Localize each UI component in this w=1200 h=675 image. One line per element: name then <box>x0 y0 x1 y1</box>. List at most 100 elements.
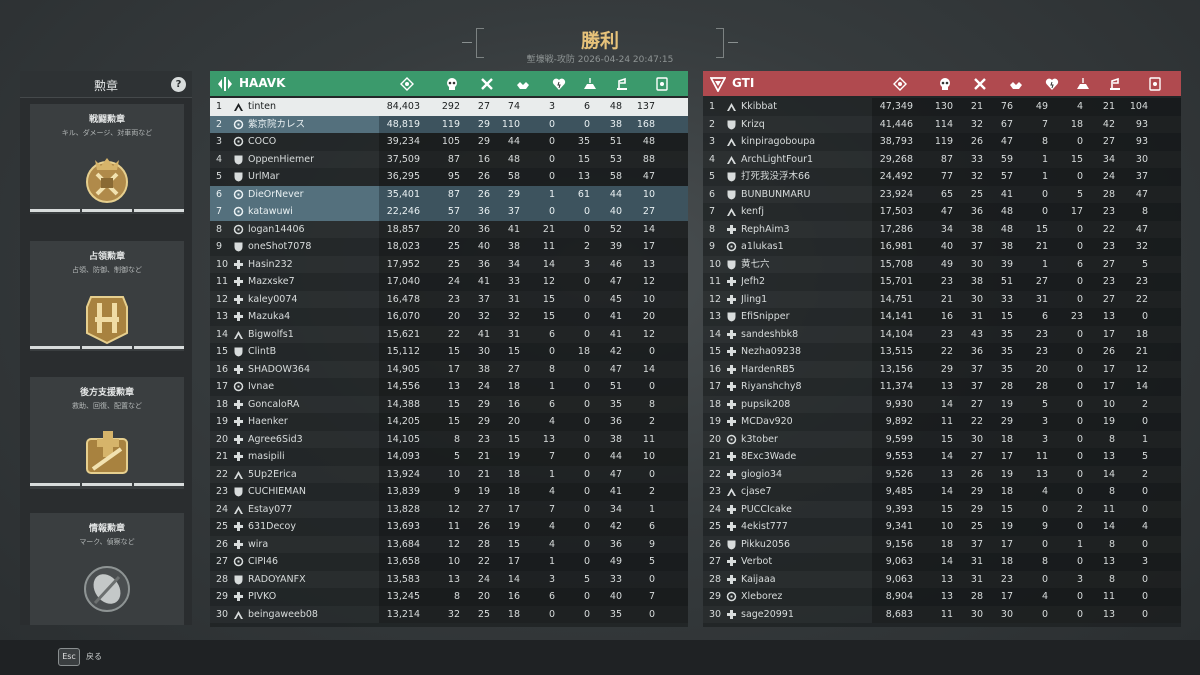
title-tick-left <box>462 42 472 43</box>
player-row[interactable]: 30 beingaweeb08 13,214 32 25 18 0 0 35 0 <box>210 605 688 623</box>
player-name: GoncaloRA <box>248 398 300 410</box>
player-row[interactable]: 24 Estay077 13,828 12 27 17 7 0 34 1 <box>210 500 688 518</box>
player-row[interactable]: 29 Xleborez 8,904 13 28 17 4 0 11 0 <box>703 588 1181 606</box>
medal-card-objective[interactable]: 占領勲章 占領、防御、制御など <box>30 241 184 351</box>
player-row[interactable]: 3 kinpiragoboupa 38,793 119 26 47 8 0 27 93 <box>703 133 1181 151</box>
player-rank: 26 <box>216 538 229 550</box>
player-name: sage20991 <box>741 608 794 620</box>
player-rank: 1 <box>216 101 223 112</box>
player-row[interactable]: 11 Mazxske7 17,040 24 41 33 12 0 47 12 <box>210 273 688 291</box>
player-row[interactable]: 15 Nezha09238 13,515 22 36 35 23 0 26 21 <box>703 343 1181 361</box>
back-button-label[interactable]: 戻る <box>86 651 102 662</box>
player-row[interactable]: 4 OppenHiemer 37,509 87 16 48 0 15 53 88 <box>210 150 688 168</box>
player-row[interactable]: 9 a1lukas1 16,981 40 37 38 21 0 23 32 <box>703 238 1181 256</box>
player-row[interactable]: 2 Krizq 41,446 114 32 67 7 18 42 93 <box>703 115 1181 133</box>
player-row[interactable]: 26 Pikku2056 9,156 18 37 17 0 1 8 0 <box>703 535 1181 553</box>
player-row[interactable]: 22 giogio34 9,526 13 26 19 13 0 14 2 <box>703 465 1181 483</box>
medal-card-combat[interactable]: 戦闘勲章 キル、ダメージ、対車両など <box>30 104 184 214</box>
medal-card-intel[interactable]: 情報勲章 マーク、偵察など <box>30 513 184 625</box>
player-row[interactable]: 30 sage20991 8,683 11 30 30 0 0 13 0 <box>703 605 1181 623</box>
player-row[interactable]: 21 8Exc3Wade 9,553 14 27 17 11 0 13 5 <box>703 448 1181 466</box>
player-row[interactable]: 10 Hasin232 17,952 25 36 34 14 3 46 13 <box>210 255 688 273</box>
engineer-class-icon <box>726 119 737 130</box>
player-row[interactable]: 27 Verbot 9,063 14 31 18 8 0 13 3 <box>703 553 1181 571</box>
player-row[interactable]: 10 黄七六 15,708 49 30 39 1 6 27 5 <box>703 255 1181 273</box>
intel-value: 0 <box>1141 538 1148 550</box>
player-row[interactable]: 13 Mazuka4 16,070 20 32 32 15 0 41 20 <box>210 308 688 326</box>
player-rank: 9 <box>709 241 716 252</box>
assault-class-icon <box>233 609 244 620</box>
player-row[interactable]: 29 PIVKO 13,245 8 20 16 6 0 40 7 <box>210 588 688 606</box>
player-row[interactable]: 14 sandeshbk8 14,104 23 43 35 23 0 17 18 <box>703 325 1181 343</box>
medal-progress <box>30 483 184 486</box>
player-row[interactable]: 19 MCDav920 9,892 11 22 29 3 0 19 0 <box>703 413 1181 431</box>
player-row[interactable]: 11 Jefh2 15,701 23 38 51 27 0 23 23 <box>703 273 1181 291</box>
player-row[interactable]: 8 RephAim3 17,286 34 38 48 15 0 22 47 <box>703 220 1181 238</box>
player-row[interactable]: 23 CUCHIEMAN 13,839 9 19 18 4 0 41 2 <box>210 483 688 501</box>
player-row[interactable]: 21 masipili 14,093 5 21 19 7 0 44 10 <box>210 448 688 466</box>
player-row[interactable]: 15 ClintB 15,112 15 30 15 0 18 42 0 <box>210 343 688 361</box>
intel-value: 10 <box>642 451 655 462</box>
player-row[interactable]: 8 logan14406 18,857 20 36 41 21 0 52 14 <box>210 220 688 238</box>
medal-name: 後方支援勲章 <box>79 388 134 398</box>
player-row[interactable]: 20 k3tober 9,599 15 30 18 3 0 8 1 <box>703 430 1181 448</box>
player-row[interactable]: 2 紫京院カレス 48,819 119 29 110 0 0 38 168 <box>210 115 688 133</box>
player-row[interactable]: 1 tinten 84,403 292 27 74 3 6 48 137 <box>210 98 688 116</box>
assists-icon <box>516 76 530 90</box>
player-row[interactable]: 5 打死我没浮木66 24,492 77 32 57 1 0 24 37 <box>703 168 1181 186</box>
player-row[interactable]: 28 RADOYANFX 13,583 13 24 14 3 5 33 0 <box>210 570 688 588</box>
help-icon[interactable]: ? <box>171 77 186 92</box>
medal-name: 戦闘勲章 <box>88 115 125 125</box>
deaths-icon <box>973 76 987 90</box>
player-row[interactable]: 25 631Decoy 13,693 11 26 19 4 0 42 6 <box>210 518 688 536</box>
player-row[interactable]: 24 PUCCIcake 9,393 15 29 15 0 2 11 0 <box>703 500 1181 518</box>
player-row[interactable]: 25 4ekist777 9,341 10 25 19 9 0 14 4 <box>703 518 1181 536</box>
player-row[interactable]: 12 Jling1 14,751 21 30 33 31 0 27 22 <box>703 290 1181 308</box>
player-rank: 24 <box>216 503 229 515</box>
player-row[interactable]: 18 pupsik208 9,930 14 27 19 5 0 10 2 <box>703 395 1181 413</box>
player-row[interactable]: 12 kaley0074 16,478 23 37 31 15 0 45 10 <box>210 290 688 308</box>
player-row[interactable]: 3 COCO 39,234 105 29 44 0 35 51 48 <box>210 133 688 151</box>
recon-class-icon <box>726 241 737 252</box>
player-row[interactable]: 7 kenfj 17,503 47 36 48 0 17 23 8 <box>703 203 1181 221</box>
player-rank: 28 <box>709 573 722 585</box>
player-row[interactable]: 1 Kkibbat 47,349 130 21 76 49 4 21 104 <box>703 98 1181 116</box>
player-rank: 24 <box>709 503 722 515</box>
player-row[interactable]: 23 cjase7 9,485 14 29 18 4 0 8 0 <box>703 483 1181 501</box>
player-name: oneShot7078 <box>248 241 312 252</box>
player-name: 4ekist777 <box>741 521 788 532</box>
medal-card-support[interactable]: 後方支援勲章 救助、回復、配置など <box>30 377 184 489</box>
intel-value: 12 <box>642 328 655 340</box>
player-row[interactable]: 20 Agree6Sid3 14,105 8 23 15 13 0 38 11 <box>210 430 688 448</box>
player-rank: 2 <box>709 118 716 130</box>
player-rank: 15 <box>216 346 229 357</box>
esc-key-icon[interactable]: Esc <box>58 648 80 666</box>
player-row[interactable]: 16 SHADOW364 14,905 17 38 27 8 0 47 14 <box>210 360 688 378</box>
player-row[interactable]: 6 BUNBUNMARU 23,924 65 25 41 0 5 28 47 <box>703 185 1181 203</box>
player-rank: 7 <box>709 206 716 217</box>
player-row[interactable]: 19 Haenker 14,205 15 29 20 4 0 36 2 <box>210 413 688 431</box>
player-row[interactable]: 4 ArchLightFour1 29,268 87 33 59 1 15 34 30 <box>703 150 1181 168</box>
player-name: Verbot <box>741 556 773 567</box>
player-rank: 23 <box>216 486 229 497</box>
player-row[interactable]: 14 Bigwolfs1 15,621 22 41 31 6 0 41 12 <box>210 325 688 343</box>
player-row[interactable]: 6 DieOrNever 35,401 87 26 29 1 61 44 10 <box>210 185 688 203</box>
player-row[interactable]: 16 HardenRB5 13,156 29 37 35 20 0 17 12 <box>703 360 1181 378</box>
player-rank: 27 <box>709 556 722 567</box>
player-rank: 6 <box>216 188 223 200</box>
player-row[interactable]: 7 katawuwi 22,246 57 36 37 0 0 40 27 <box>210 203 688 221</box>
engineer-class-icon <box>726 259 737 270</box>
player-row[interactable]: 13 EfiSnipper 14,141 16 31 15 6 23 13 0 <box>703 308 1181 326</box>
player-row[interactable]: 9 oneShot7078 18,023 25 40 38 11 2 39 17 <box>210 238 688 256</box>
player-row[interactable]: 22 5Up2Erica 13,924 10 21 18 1 0 47 0 <box>210 465 688 483</box>
player-row[interactable]: 26 wira 13,684 12 28 15 4 0 36 9 <box>210 535 688 553</box>
player-row[interactable]: 28 Kaijaaa 9,063 13 31 23 0 3 8 0 <box>703 570 1181 588</box>
player-name: DieOrNever <box>248 188 304 200</box>
player-row[interactable]: 18 GoncaloRA 14,388 15 29 16 6 0 35 8 <box>210 395 688 413</box>
player-row[interactable]: 27 CIPI46 13,658 10 22 17 1 0 49 5 <box>210 553 688 571</box>
player-name: 黄七六 <box>741 258 770 270</box>
player-row[interactable]: 17 Ivnae 14,556 13 24 18 1 0 51 0 <box>210 378 688 396</box>
player-row[interactable]: 5 UrlMar 36,295 95 26 58 0 13 58 47 <box>210 168 688 186</box>
intel-value: 9 <box>648 538 655 550</box>
player-row[interactable]: 17 Riyanshchy8 11,374 13 37 28 28 0 17 14 <box>703 378 1181 396</box>
